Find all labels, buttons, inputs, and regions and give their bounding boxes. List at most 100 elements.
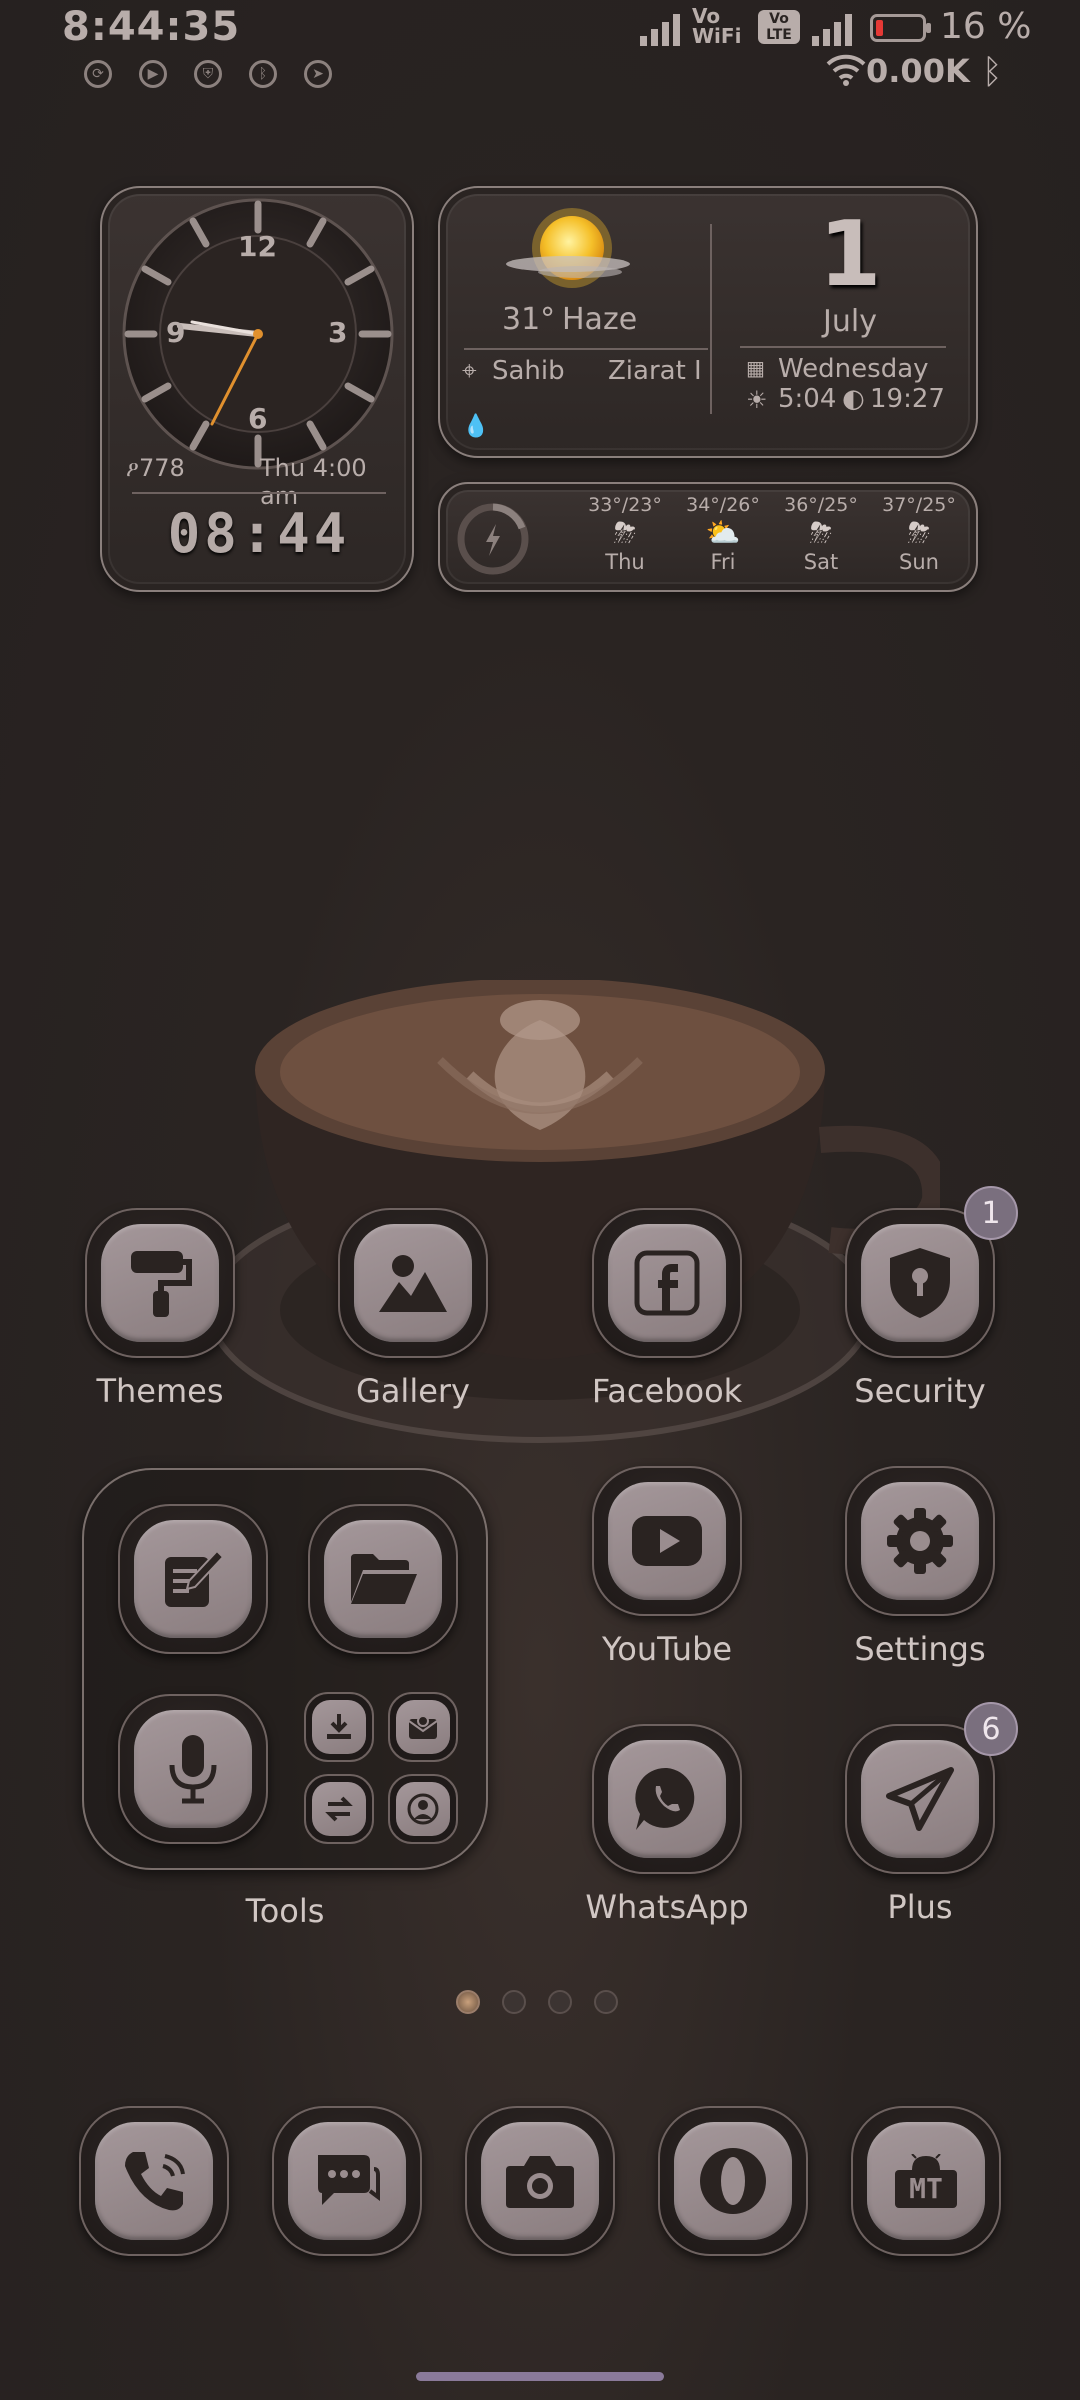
page-dot[interactable] <box>502 1990 526 2014</box>
location-2: Ziarat I <box>608 356 702 386</box>
folder-app-recorder-frame <box>118 1694 268 1844</box>
sunrise-time: 5:04 <box>778 384 837 414</box>
storm-icon: ⛈ <box>613 516 637 549</box>
battery-icon <box>870 14 931 42</box>
date-month: July <box>823 304 877 339</box>
calendar-icon: ▦ <box>746 356 765 380</box>
vowifi-label: Vo WiFi <box>692 4 742 48</box>
tools-folder[interactable] <box>82 1468 488 1870</box>
dock-phone-frame <box>79 2106 229 2256</box>
footsteps-icon: ዖ <box>126 457 139 482</box>
weekday: Wednesday <box>778 354 929 384</box>
page-dot[interactable] <box>594 1990 618 2014</box>
clock-numeral-9: 9 <box>166 316 186 349</box>
bluetooth-status-icon: ᛒ <box>982 52 1003 92</box>
forecast-day: 33°/23° ⛈ Thu <box>576 494 674 574</box>
app-label: Security <box>854 1372 986 1410</box>
app-youtube-frame <box>592 1466 742 1616</box>
dock-opera[interactable] <box>633 2106 833 2256</box>
mt-manager-icon: MT <box>867 2122 985 2240</box>
whatsapp-icon <box>608 1740 726 1858</box>
app-gallery-frame <box>338 1208 488 1358</box>
app-label: Gallery <box>356 1372 470 1410</box>
telegram-icon: ➤ <box>304 60 332 88</box>
folder-app-notes[interactable] <box>118 1504 268 1654</box>
app-settings-frame <box>845 1466 995 1616</box>
location-pin-icon: ⌖ <box>462 356 477 386</box>
forecast-list: 33°/23° ⛈ Thu 34°/26° ⛅ Fri 36°/25° ⛈ Sa… <box>576 494 976 574</box>
clock-widget[interactable]: 12 3 6 9 ዖ778 Thu 4:00 am 08:44 <box>100 186 414 592</box>
forecast-day: 34°/26° ⛅ Fri <box>674 494 772 574</box>
app-label: Plus <box>887 1888 953 1926</box>
folder-app-notes-frame <box>118 1504 268 1654</box>
page-dot-active[interactable] <box>456 1990 480 2014</box>
status-time: 8:44:35 <box>62 4 241 50</box>
forecast-day: 37°/25° ⛈ Sun <box>870 494 968 574</box>
bluetooth-icon: ᛒ <box>249 60 277 88</box>
messages-icon <box>288 2122 406 2240</box>
app-facebook[interactable]: Facebook <box>567 1208 767 1410</box>
app-label: Themes <box>96 1372 224 1410</box>
weather-temperature: 31° <box>502 302 556 337</box>
vertical-divider <box>710 224 712 414</box>
sunset-time: 19:27 <box>870 384 945 414</box>
page-dot[interactable] <box>548 1990 572 2014</box>
folder-app-email[interactable] <box>388 1692 458 1762</box>
folder-app-contacts[interactable] <box>388 1774 458 1844</box>
contacts-icon <box>396 1782 450 1836</box>
phone-icon <box>95 2122 213 2240</box>
forecast-widget[interactable]: 33°/23° ⛈ Thu 34°/26° ⛅ Fri 36°/25° ⛈ Sa… <box>438 482 978 592</box>
app-label: Facebook <box>591 1372 743 1410</box>
dock-messages[interactable] <box>247 2106 447 2256</box>
app-label: Settings <box>854 1630 986 1668</box>
app-themes[interactable]: Themes <box>60 1208 260 1410</box>
folder-app-files[interactable] <box>308 1504 458 1654</box>
opera-icon <box>674 2122 792 2240</box>
app-whatsapp[interactable]: WhatsApp <box>567 1724 767 1926</box>
partly-cloudy-icon: ⛅ <box>705 516 741 549</box>
signal-1-icon <box>640 12 680 46</box>
power-icon <box>456 502 530 580</box>
app-whatsapp-frame <box>592 1724 742 1874</box>
clock-numeral-6: 6 <box>248 402 268 435</box>
transfer-icon <box>312 1782 366 1836</box>
folder-app-files-frame <box>308 1504 458 1654</box>
android-head-icon <box>911 2154 941 2170</box>
divider <box>464 348 708 350</box>
app-gallery[interactable]: Gallery <box>313 1208 513 1410</box>
paint-roller-icon <box>101 1224 219 1342</box>
dock-mt-manager[interactable]: MT <box>826 2106 1026 2256</box>
play-icon: ▶ <box>139 60 167 88</box>
notification-badge: 6 <box>964 1702 1018 1756</box>
facebook-icon <box>608 1224 726 1342</box>
weather-date-widget[interactable]: 31° Haze ⌖ Sahib Ziarat I 💧 1 July ▦ Wed… <box>438 186 978 458</box>
email-icon <box>396 1700 450 1754</box>
folder-app-downloads[interactable] <box>304 1692 374 1762</box>
dock-camera-frame <box>465 2106 615 2256</box>
page-indicator[interactable] <box>456 1990 626 2020</box>
digital-clock: 08:44 <box>167 502 351 565</box>
app-facebook-frame <box>592 1208 742 1358</box>
volte-icon: Vo LTE <box>758 10 800 44</box>
home-gesture-bar[interactable] <box>416 2372 664 2381</box>
divider <box>132 492 386 494</box>
dock-camera[interactable] <box>440 2106 640 2256</box>
folder-app-transfer[interactable] <box>304 1774 374 1844</box>
storm-icon: ⛈ <box>809 516 833 549</box>
clock-numeral-3: 3 <box>328 316 348 349</box>
notes-edit-icon <box>134 1520 252 1638</box>
shield-icon: ⛨ <box>194 60 222 88</box>
divider <box>740 346 946 348</box>
app-youtube[interactable]: YouTube <box>567 1466 767 1668</box>
dock-phone[interactable] <box>54 2106 254 2256</box>
weather-condition: Haze <box>562 302 638 337</box>
steps-counter: ዖ778 <box>126 454 185 482</box>
net-speed: 0.00K <box>866 52 970 90</box>
clock-numeral-12: 12 <box>238 230 277 263</box>
humidity-icon: 💧 <box>462 414 490 439</box>
folder-app-recorder[interactable] <box>118 1694 268 1844</box>
paper-plane-icon <box>861 1740 979 1858</box>
sunset-icon: ◐ <box>842 384 865 414</box>
date-day: 1 <box>818 202 882 307</box>
app-settings[interactable]: Settings <box>820 1466 1020 1668</box>
